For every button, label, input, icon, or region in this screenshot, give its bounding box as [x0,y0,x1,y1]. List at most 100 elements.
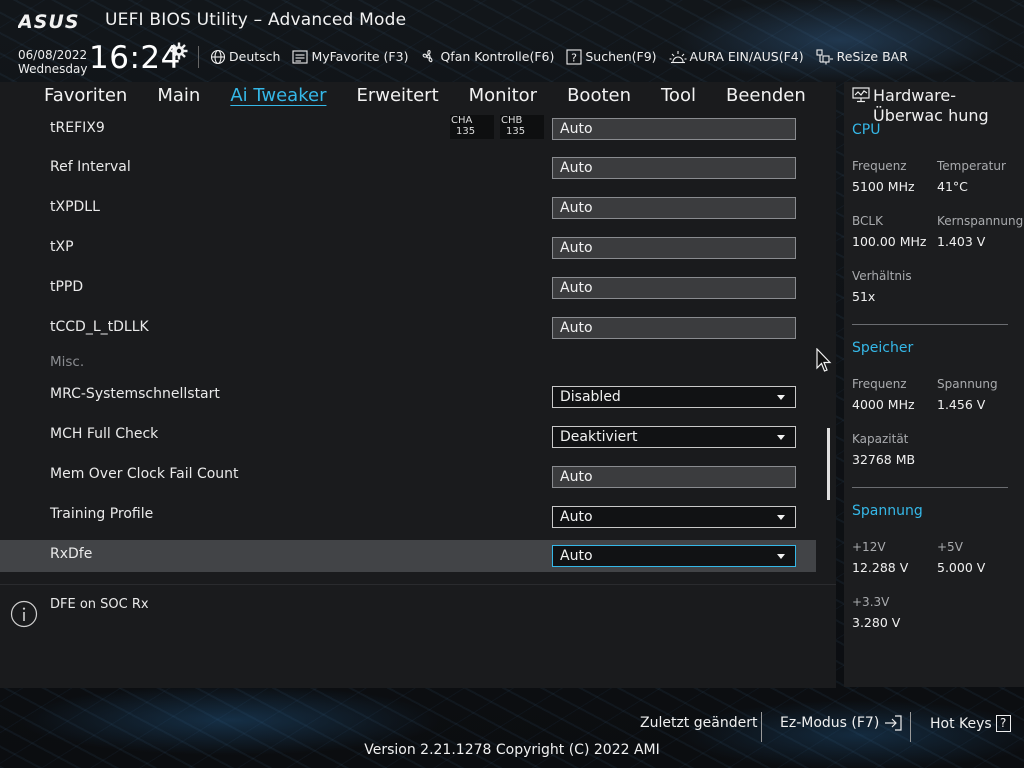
setting-value-field[interactable]: Auto [552,237,796,259]
bclk-value: 100.00 MHz [852,234,927,249]
dropdown-value: Auto [560,509,593,525]
app-title: UEFI BIOS Utility – Advanced Mode [105,10,407,30]
qfan-label: Qfan Kontrolle(F6) [440,49,555,64]
header-toolbar: Deutsch MyFavorite (F3) Qfan Kontrolle(F… [210,48,908,65]
footer-divider [910,712,911,742]
cpu-temp-value: 41°C [937,179,968,194]
setting-label: Ref Interval [50,159,131,175]
mem-freq-value: 4000 MHz [852,397,915,412]
mouse-cursor-icon [816,348,832,372]
tab-monitor[interactable]: Monitor [469,82,537,112]
bclk-label: BCLK [852,214,883,228]
footer-divider [761,712,762,742]
mem-volt-value: 1.456 V [937,397,986,412]
setting-dropdown[interactable]: Auto [552,545,796,567]
footer-bar: Zuletzt geändert Ez-Modus (F7) Hot Keys … [0,706,1024,742]
tab-favoriten[interactable]: Favoriten [44,82,127,112]
myfavorite-label: MyFavorite (F3) [311,49,409,64]
hot-keys-button[interactable]: Hot Keys ? [930,715,1011,732]
voltage-section-title: Spannung [852,503,923,519]
setting-row-mem-over-clock-fail-count[interactable]: Mem Over Clock Fail Count Auto [0,460,816,494]
vcore-value: 1.403 V [937,234,986,249]
resize-bar-button[interactable]: ReSize BAR [816,48,908,65]
chevron-down-icon [777,554,785,559]
last-changed-button[interactable]: Zuletzt geändert [640,715,757,731]
language-button[interactable]: Deutsch [210,48,280,65]
ez-mode-button[interactable]: Ez-Modus (F7) [780,715,903,731]
setting-row-tccd-l-tdllk[interactable]: tCCD_L_tDLLK Auto [0,312,816,346]
search-button[interactable]: ? Suchen(F9) [566,48,657,65]
cpu-temp-label: Temperatur [937,159,1006,173]
search-help-icon: ? [566,48,582,65]
setting-row-mrc-systemschnellstart[interactable]: MRC-Systemschnellstart Disabled [0,380,816,414]
settings-list: tREFIX9 CHA 135 CHB 135 Auto Ref Interva… [0,112,836,574]
setting-row-txpdll[interactable]: tXPDLL Auto [0,192,816,226]
setting-value-field[interactable]: Auto [552,317,796,339]
qfan-button[interactable]: Qfan Kontrolle(F6) [420,48,554,65]
exit-arrow-icon [885,715,902,731]
tab-erweitert[interactable]: Erweitert [356,82,438,112]
setting-label: Training Profile [50,506,154,522]
myfavorite-button[interactable]: MyFavorite (F3) [292,48,408,65]
gear-icon[interactable] [170,42,188,60]
setting-label: tXP [50,239,74,255]
setting-row-rxdfe[interactable]: RxDfe Auto [0,540,816,572]
help-key-icon: ? [995,715,1011,732]
setting-dropdown[interactable]: Auto [552,506,796,528]
clock-time[interactable]: 16:24 [89,40,181,76]
setting-row-training-profile[interactable]: Training Profile Auto [0,500,816,534]
setting-row-ref-interval[interactable]: Ref Interval Auto [0,152,816,186]
tab-ai-tweaker[interactable]: Ai Tweaker [230,82,326,112]
tab-tool[interactable]: Tool [661,82,696,112]
setting-value-field[interactable]: Auto [552,277,796,299]
setting-row-mch-full-check[interactable]: MCH Full Check Deaktiviert [0,420,816,454]
hardware-monitor-title: Hardware-Überwac hung [873,86,989,125]
setting-label: tREFIX9 [50,120,105,136]
asus-logo: ASUS [18,11,79,32]
mem-volt-label: Spannung [937,377,998,391]
resize-bar-label: ReSize BAR [836,49,908,64]
tab-beenden[interactable]: Beenden [726,82,806,112]
setting-value-field[interactable]: Auto [552,118,796,140]
dropdown-value: Disabled [560,389,621,405]
dropdown-value: Auto [560,548,593,564]
setting-label: Mem Over Clock Fail Count [50,466,239,482]
weekday-text: Wednesday [18,62,88,76]
tab-booten[interactable]: Booten [567,82,631,112]
aura-button[interactable]: AURA EIN/AUS(F4) [669,48,804,65]
channel-b-readout: CHB 135 [500,115,544,139]
setting-value-field[interactable]: Auto [552,157,796,179]
channel-value: 135 [506,126,526,137]
setting-dropdown[interactable]: Disabled [552,386,796,408]
v33-value: 3.280 V [852,615,901,630]
ratio-value: 51x [852,289,876,304]
search-label: Suchen(F9) [585,49,657,64]
main-panel: Favoriten Main Ai Tweaker Erweitert Moni… [0,82,836,688]
aura-light-icon [669,50,687,63]
setting-dropdown[interactable]: Deaktiviert [552,426,796,448]
mem-freq-label: Frequenz [852,377,907,391]
setting-label: tPPD [50,279,84,295]
setting-value-field[interactable]: Auto [552,197,796,219]
setting-row-trefix9[interactable]: tREFIX9 CHA 135 CHB 135 Auto [0,112,816,146]
tab-main[interactable]: Main [157,82,200,112]
setting-row-tppd[interactable]: tPPD Auto [0,272,816,306]
v12-value: 12.288 V [852,560,909,575]
cpu-freq-label: Frequenz [852,159,907,173]
channel-name: CHA [451,115,473,126]
setting-row-txp[interactable]: tXP Auto [0,232,816,266]
svg-text:?: ? [571,51,577,64]
header-divider [198,46,199,68]
info-icon [10,600,38,628]
ez-mode-label: Ez-Modus (F7) [780,715,880,731]
channel-name: CHB [501,115,523,126]
chevron-down-icon [777,435,785,440]
dropdown-value: Deaktiviert [560,429,638,445]
main-nav: Favoriten Main Ai Tweaker Erweitert Moni… [0,82,836,112]
setting-label: MCH Full Check [50,426,159,442]
setting-value-field[interactable]: Auto [552,466,796,488]
last-changed-label: Zuletzt geändert [640,715,758,731]
chevron-down-icon [777,395,785,400]
settings-scrollbar[interactable] [827,428,830,500]
aura-label: AURA EIN/AUS(F4) [689,49,804,64]
